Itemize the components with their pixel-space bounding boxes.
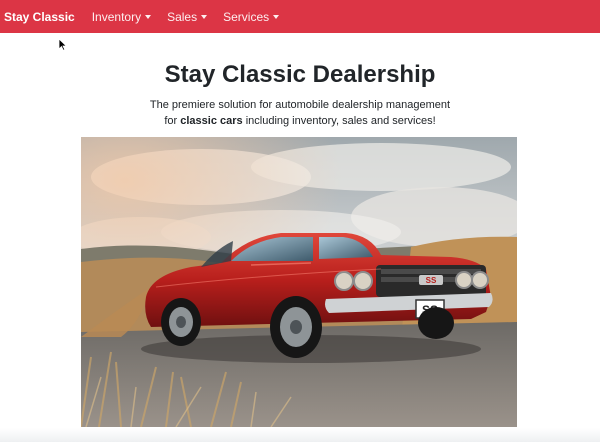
grille-badge: SS <box>426 276 437 285</box>
top-navbar: Stay Classic Inventory Sales Services <box>0 0 600 33</box>
lead-line-1: The premiere solution for automobile dea… <box>149 99 451 111</box>
classic-car-photo: SS SS <box>81 137 517 427</box>
bottom-fade <box>0 428 600 442</box>
nav-sales-label: Sales <box>167 9 198 24</box>
nav-inventory-label: Inventory <box>91 9 142 24</box>
lead-bold: classic cars <box>180 115 243 127</box>
page-lead: The premiere solution for automobile dea… <box>0 97 600 129</box>
mouse-cursor-icon <box>58 38 67 51</box>
chevron-down-icon <box>273 14 280 19</box>
nav-services-label: Services <box>223 9 270 24</box>
lead-line-2: for classic cars including inventory, sa… <box>0 113 600 129</box>
page-title: Stay Classic Dealership <box>164 61 436 88</box>
hero-image: SS SS <box>81 137 517 427</box>
nav-inventory-dropdown[interactable]: Inventory <box>91 9 152 24</box>
navbar-brand[interactable]: Stay Classic <box>4 10 75 24</box>
lead-prefix: for <box>164 115 181 127</box>
nav-services-dropdown[interactable]: Services <box>223 9 280 24</box>
chevron-down-icon <box>145 14 152 19</box>
nav-sales-dropdown[interactable]: Sales <box>167 9 208 24</box>
lead-suffix: including inventory, sales and services! <box>242 115 436 127</box>
chevron-down-icon <box>201 14 208 19</box>
